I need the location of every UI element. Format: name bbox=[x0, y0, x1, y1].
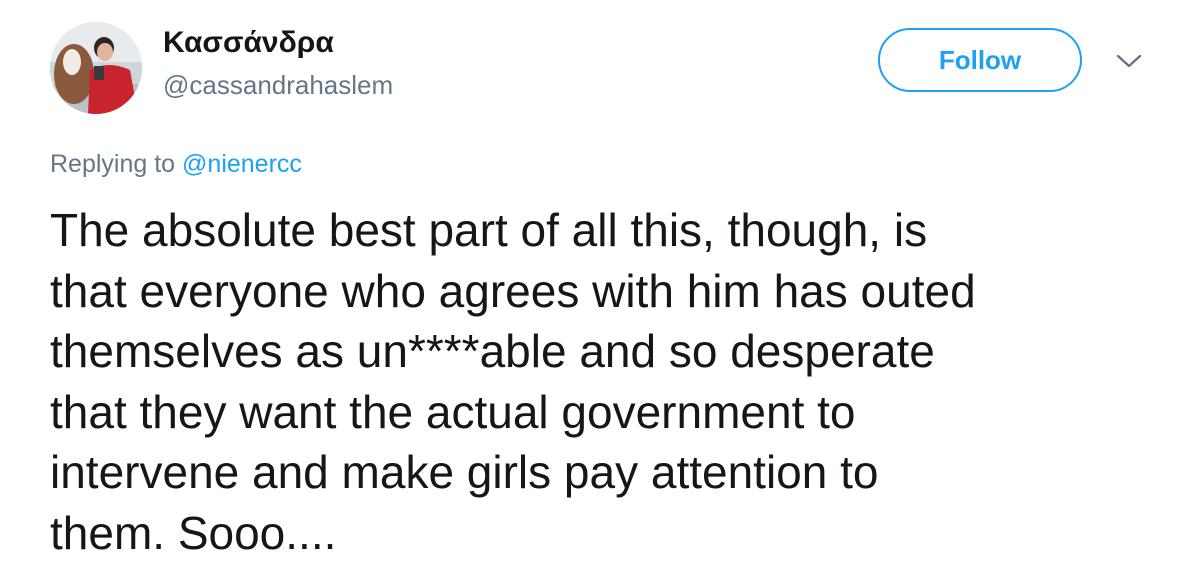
replying-to-line: Replying to @nienercc bbox=[50, 148, 302, 180]
follow-button[interactable]: Follow bbox=[878, 28, 1082, 92]
more-options-button[interactable] bbox=[1112, 50, 1146, 74]
tweet-text: The absolute best part of all this, thou… bbox=[50, 204, 976, 559]
chevron-down-icon bbox=[1116, 54, 1142, 68]
reply-mention-link[interactable]: @nienercc bbox=[182, 150, 302, 178]
profile-photo bbox=[50, 22, 142, 114]
replying-to-label: Replying to bbox=[50, 150, 183, 178]
user-handle[interactable]: @cassandrahaslem bbox=[163, 68, 393, 102]
display-name[interactable]: Κασσάνδρα bbox=[163, 24, 334, 62]
avatar[interactable] bbox=[50, 22, 142, 114]
